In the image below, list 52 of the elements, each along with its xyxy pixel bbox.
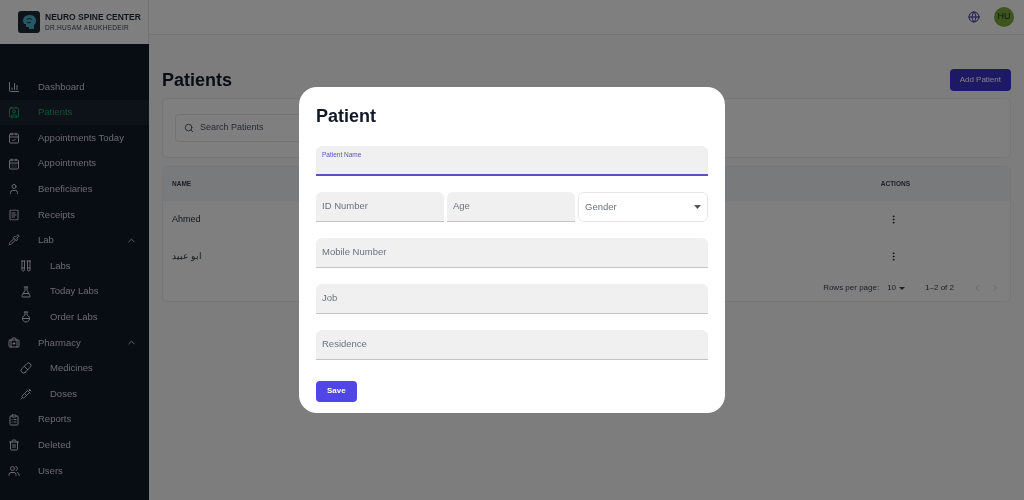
sidebar-item[interactable]: Dashboard (0, 74, 149, 100)
person-icon (8, 183, 20, 196)
medical-kit-icon (8, 336, 20, 349)
page-title: Patients (162, 68, 233, 92)
text-field[interactable]: Mobile Number (316, 238, 708, 268)
text-field[interactable]: Job (316, 284, 708, 314)
sidebar-item[interactable]: Medicines (0, 355, 149, 382)
calendar-icon (8, 157, 20, 170)
bar-chart-icon (8, 80, 20, 93)
sidebar-item[interactable]: Lab (0, 227, 149, 254)
text-field[interactable]: ID Number (316, 192, 444, 222)
language-globe-icon[interactable] (968, 11, 980, 23)
sidebar-item[interactable]: Patients (0, 99, 149, 126)
dropdown-caret-icon (899, 286, 906, 290)
sidebar-item[interactable]: Doses (0, 381, 149, 407)
trash-icon (8, 439, 20, 452)
text-field[interactable]: Residence (316, 330, 708, 360)
contact-card-icon (8, 106, 20, 119)
calendar-check-icon (8, 132, 20, 144)
sidebar-item[interactable]: Reports (0, 406, 149, 433)
add-patient-button[interactable]: Add Patient (949, 69, 1011, 91)
text-field[interactable]: Age (447, 192, 575, 222)
gender-select[interactable]: Gender (578, 192, 708, 222)
brand-title: NEURO SPINE CENTER (45, 11, 141, 23)
flask-icon (20, 285, 32, 298)
search-icon (184, 123, 194, 133)
page-range: 1–2 of 2 (925, 282, 954, 294)
test-tubes-icon (20, 259, 32, 272)
table-cell-text: Ahmed (172, 212, 201, 226)
logo-icon (18, 11, 40, 33)
sidebar-item[interactable]: Today Labs (0, 278, 149, 305)
sidebar-item[interactable]: Beneficiaries (0, 176, 149, 202)
table-cell-text: ابو عبيد (172, 249, 202, 263)
sidebar-item[interactable]: Order Labs (0, 304, 149, 330)
sidebar-item[interactable]: Receipts (0, 201, 149, 228)
sidebar-item[interactable]: Users (0, 457, 149, 484)
sidebar-item[interactable]: Appointments (0, 150, 149, 177)
clipboard-icon (8, 413, 20, 426)
round-flask-icon (20, 311, 32, 324)
sidebar-item[interactable]: Appointments Today (0, 125, 149, 151)
rows-per-page-label: Rows per page: (823, 282, 880, 294)
sidebar-item[interactable]: Pharmacy (0, 329, 149, 356)
syringe-icon (20, 387, 32, 400)
receipt-icon (8, 208, 20, 221)
users-icon (8, 464, 20, 477)
pill-icon (20, 362, 32, 375)
save-button[interactable]: Save (316, 380, 357, 402)
dropdown-caret-icon (694, 205, 701, 209)
sidebar-item[interactable]: Deleted (0, 432, 149, 458)
rows-per-page-select[interactable]: 10 (887, 282, 906, 294)
pipette-icon (8, 234, 20, 247)
sidebar-item[interactable]: Labs (0, 253, 149, 279)
